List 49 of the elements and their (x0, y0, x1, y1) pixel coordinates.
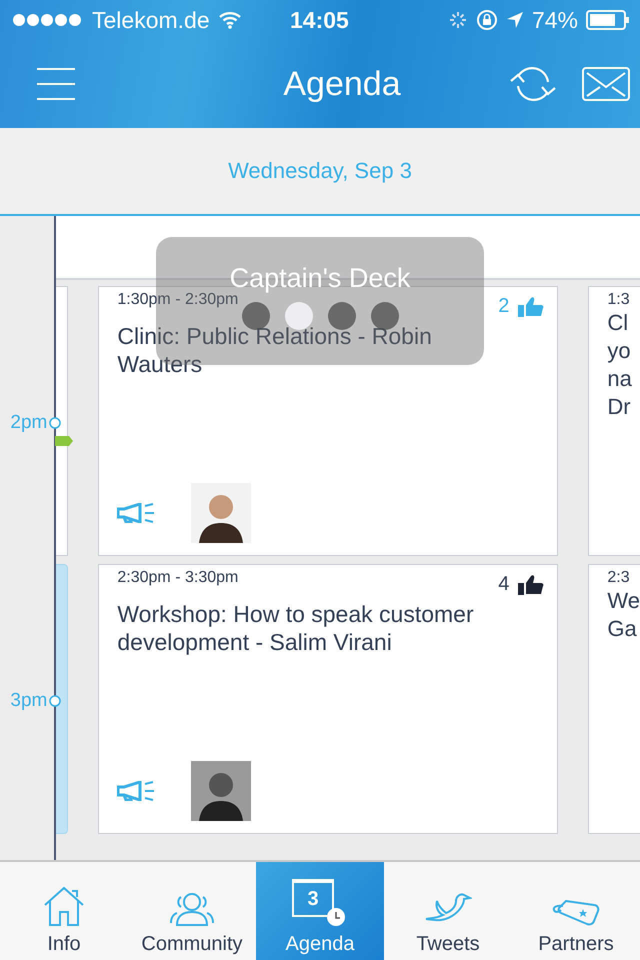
carrier-name: Telekom.de (92, 6, 210, 34)
tab[interactable]: Partners (512, 862, 640, 960)
speaker-avatar (191, 483, 252, 543)
screen-title: Agenda (283, 64, 401, 104)
hour-label: 2pm (10, 412, 48, 434)
session-title: We (607, 587, 640, 615)
tab[interactable]: 3 Agenda (256, 862, 384, 960)
session-title: Cl (607, 309, 630, 337)
battery-icon (586, 10, 630, 30)
session-card[interactable]: 2:30pm - 3:30pm 4 Workshop: How to speak customer development - Salim Virani (98, 564, 558, 834)
wifi-icon (218, 11, 242, 29)
current-time-marker-icon (54, 435, 74, 447)
session-title: na (607, 365, 633, 393)
tab[interactable]: Community (128, 862, 256, 960)
session-card[interactable]: 1:3 Cl yo na Dr (588, 286, 640, 556)
house-icon (42, 885, 86, 927)
hour-label: 3pm (10, 690, 48, 712)
session-title: Workshop: How to speak customer development - Salim Virani (117, 600, 475, 656)
session-card[interactable]: 2:3 We Ga (588, 564, 640, 834)
tab[interactable]: Info (0, 862, 128, 960)
location-icon (506, 11, 524, 29)
session-time: 2:30pm - 3:30pm (117, 569, 238, 587)
activity-icon (448, 10, 468, 30)
like-count: 2 (498, 295, 510, 318)
session-time: 1:30pm - 2:30pm (117, 291, 238, 309)
like-count: 4 (498, 573, 510, 596)
rotation-lock-icon (476, 9, 498, 31)
session-title: Clinic: Public Relations - Robin Wauters (117, 322, 433, 378)
megaphone-icon (117, 781, 156, 801)
thumbs-up-icon[interactable] (517, 296, 546, 318)
tab[interactable]: Tweets (384, 862, 512, 960)
date-heading: Wednesday, Sep 3 (228, 158, 412, 184)
session-title: Dr (607, 393, 632, 421)
mail-button[interactable] (582, 67, 630, 101)
session-title: Ga (607, 615, 638, 643)
thumbs-up-icon[interactable] (517, 574, 546, 596)
hour-marker-icon (49, 695, 62, 707)
clock: 14:05 (290, 6, 349, 34)
signal-icon (12, 13, 84, 27)
session-title: yo (607, 337, 632, 365)
hour-marker-icon (49, 417, 62, 429)
megaphone-icon (117, 503, 156, 523)
session-time: 2:3 (607, 569, 631, 587)
session-time: 1:3 (607, 291, 631, 309)
people-icon (169, 891, 215, 927)
speaker-avatar (191, 761, 252, 821)
battery-percent: 74% (532, 6, 578, 34)
refresh-button[interactable] (508, 64, 558, 104)
menu-button[interactable] (36, 67, 76, 101)
